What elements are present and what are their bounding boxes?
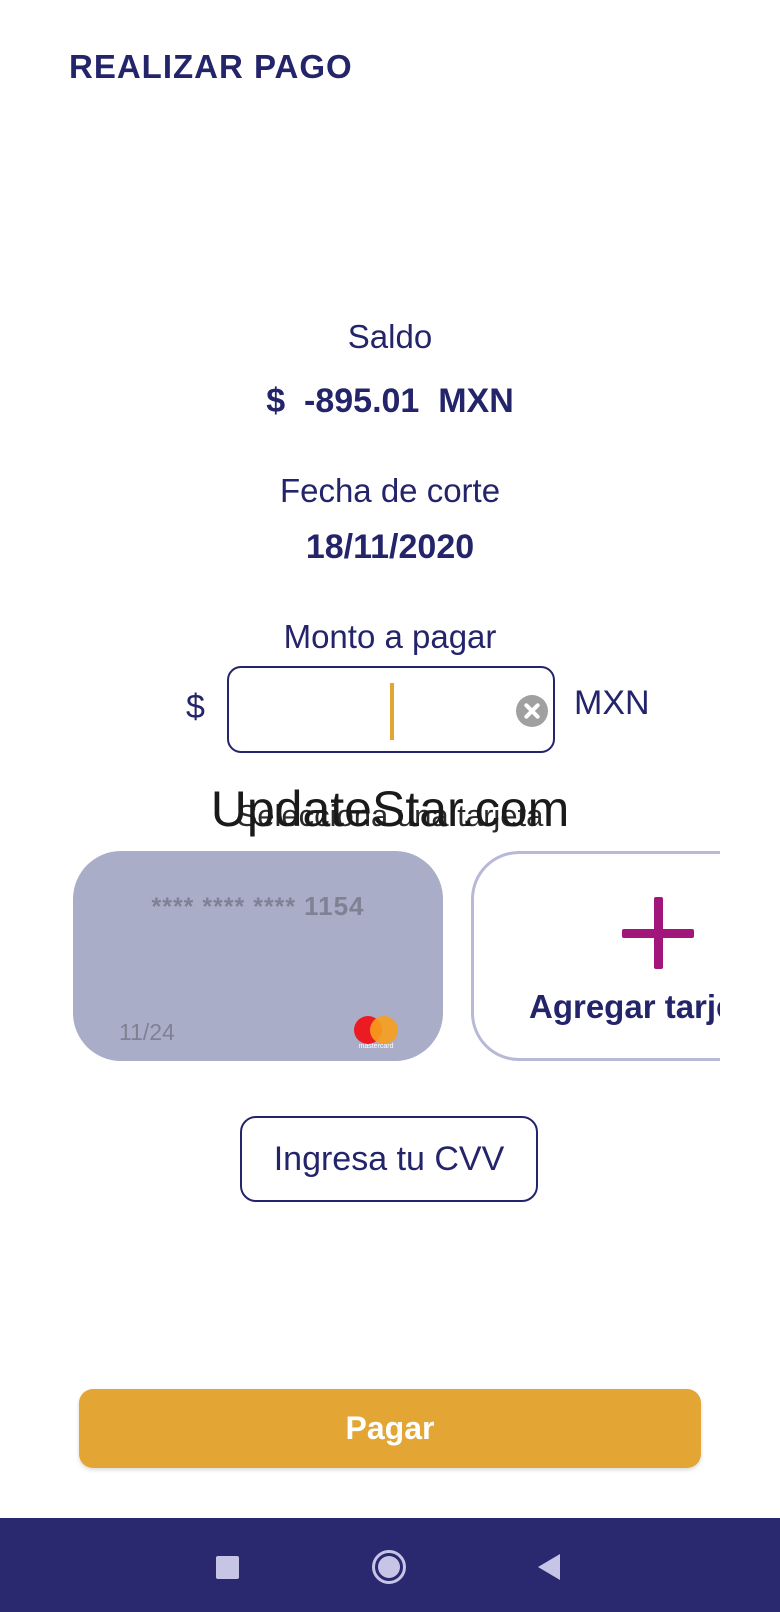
add-card-button[interactable]: Agregar tarjeta <box>471 851 720 1061</box>
select-card-label: Selecciona una tarjeta <box>236 798 544 833</box>
mastercard-icon: mastercard <box>352 1014 400 1050</box>
cutoff-date-value: 18/11/2020 <box>305 528 475 566</box>
currency-suffix: MXN <box>574 684 650 722</box>
navigation-bar <box>0 1518 780 1612</box>
page-title: REALIZAR PAGO <box>69 48 353 85</box>
balance-label: Saldo <box>347 318 433 355</box>
text-caret <box>390 683 394 740</box>
amount-input[interactable] <box>245 682 485 738</box>
home-icon[interactable] <box>372 1550 406 1584</box>
saved-card[interactable]: **** **** **** 1154 11/24 mastercard <box>73 851 443 1061</box>
currency-prefix: $ <box>186 688 205 726</box>
card-number-last4: 1154 <box>304 891 365 921</box>
card-expiry: 11/24 <box>119 1019 175 1045</box>
cutoff-date-label: Fecha de corte <box>279 472 501 509</box>
amount-row: $ MXN <box>0 666 780 754</box>
amount-input-box[interactable] <box>227 666 555 753</box>
balance-value: $ -895.01 MXN <box>266 382 514 420</box>
back-icon[interactable] <box>538 1554 560 1580</box>
pay-button[interactable]: Pagar <box>79 1389 701 1468</box>
add-card-label: Agregar tarjeta <box>529 988 720 1025</box>
amount-label: Monto a pagar <box>283 618 497 655</box>
plus-icon <box>622 897 694 969</box>
clear-icon[interactable] <box>516 695 548 727</box>
card-carousel[interactable]: **** **** **** 1154 11/24 mastercard Agr… <box>0 850 720 1065</box>
card-number-masked: **** **** **** <box>151 893 297 921</box>
recent-apps-icon[interactable] <box>216 1556 239 1579</box>
card-number: **** **** **** 1154 <box>73 891 443 922</box>
cvv-button[interactable]: Ingresa tu CVV <box>240 1116 538 1202</box>
mastercard-brand-text: mastercard <box>358 1043 394 1050</box>
